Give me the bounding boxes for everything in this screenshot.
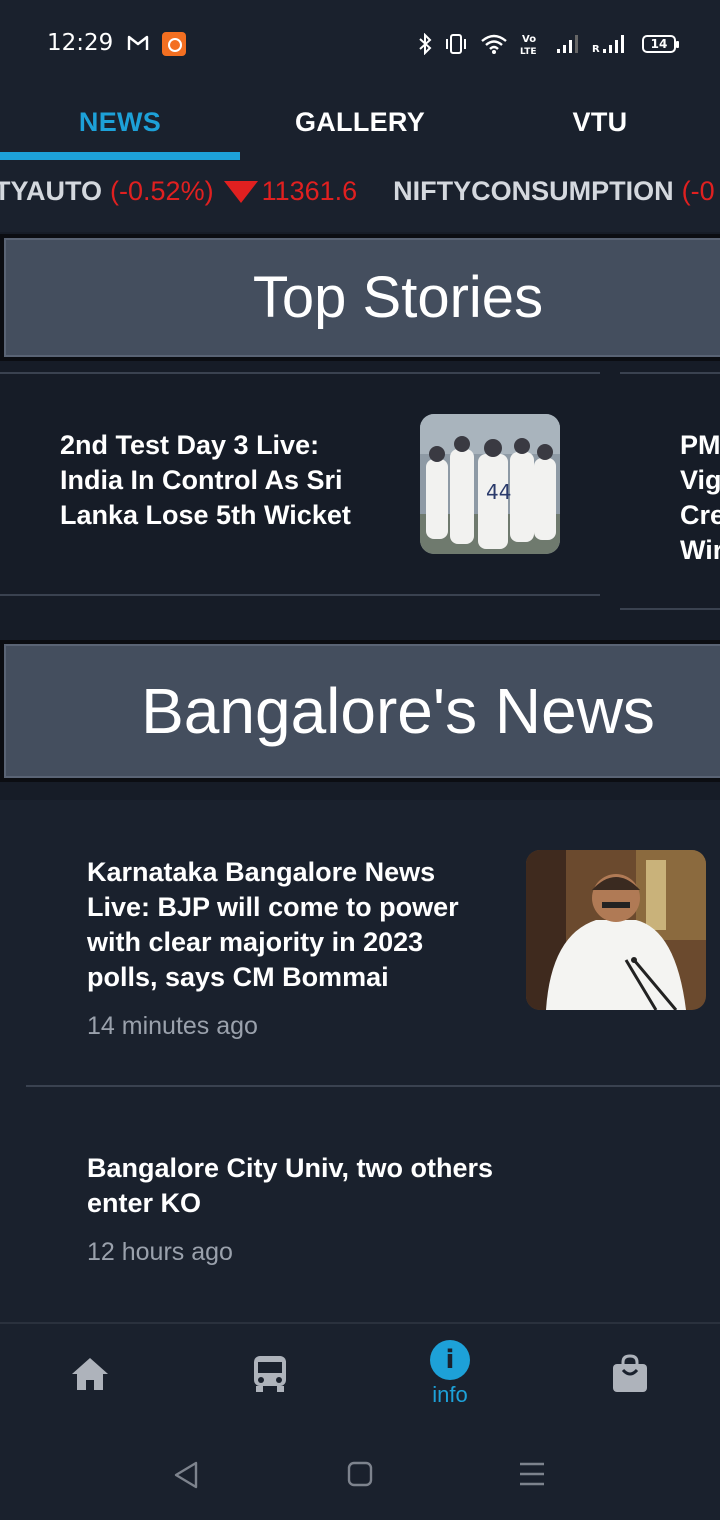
news-timestamp: 12 hours ago bbox=[87, 1238, 233, 1266]
gmail-icon bbox=[127, 35, 149, 50]
city-news-header: Bangalore's News bbox=[0, 640, 720, 782]
news-timestamp: 14 minutes ago bbox=[87, 1012, 258, 1040]
nav-home[interactable] bbox=[0, 1324, 180, 1424]
svg-text:44: 44 bbox=[486, 480, 511, 504]
ticker-name: TYAUTO bbox=[0, 176, 103, 206]
ticker-name: NIFTYCONSUMPTION bbox=[393, 176, 674, 206]
top-tab-bar: NEWS GALLERY VTU bbox=[0, 84, 720, 160]
menu-icon[interactable] bbox=[518, 1460, 546, 1488]
city-news-list: Karnataka Bangalore News Live: BJP will … bbox=[0, 800, 720, 1322]
status-bar: 12:29 Vo LTE R 14 bbox=[0, 0, 720, 84]
status-icons: Vo LTE R 14 bbox=[418, 30, 679, 58]
bus-icon bbox=[254, 1356, 286, 1392]
ticker-change: (-0.52%) bbox=[110, 176, 214, 206]
top-stories-header: Top Stories bbox=[0, 234, 720, 361]
story-thumbnail: 44 bbox=[420, 414, 560, 554]
tab-news[interactable]: NEWS bbox=[0, 84, 240, 160]
shopping-bag-icon bbox=[613, 1354, 647, 1392]
vibrate-icon bbox=[446, 34, 466, 54]
svg-text:Vo: Vo bbox=[522, 34, 536, 45]
volte-icon: Vo LTE bbox=[520, 34, 537, 56]
app-notification-icon bbox=[162, 32, 186, 56]
story-title: PM Vig Cre Wir bbox=[680, 430, 720, 565]
bottom-navigation: i info bbox=[0, 1322, 720, 1422]
list-item[interactable]: Karnataka Bangalore News Live: BJP will … bbox=[0, 800, 720, 1087]
home-button-icon[interactable] bbox=[346, 1460, 374, 1488]
nav-info[interactable]: i info bbox=[360, 1324, 540, 1424]
news-thumbnail bbox=[526, 850, 706, 1010]
status-time: 12:29 bbox=[47, 30, 114, 56]
battery-icon: 14 bbox=[642, 35, 679, 53]
back-icon[interactable] bbox=[172, 1460, 200, 1490]
stock-ticker[interactable]: TYAUTO (-0.52%) 11361.6 NIFTYCONSUMPTION… bbox=[0, 160, 720, 232]
nav-label: info bbox=[432, 1382, 468, 1407]
ticker-change: (-0 bbox=[681, 176, 715, 206]
section-title: Bangalore's News bbox=[4, 644, 720, 778]
svg-text:R: R bbox=[592, 44, 600, 54]
story-title: 2nd Test Day 3 Live: India In Control As… bbox=[60, 430, 351, 530]
signal-icon bbox=[557, 35, 578, 53]
system-navigation-bar bbox=[0, 1422, 720, 1520]
nav-bus[interactable] bbox=[180, 1324, 360, 1424]
ticker-value: 11361.6 bbox=[261, 176, 358, 206]
home-icon bbox=[72, 1358, 108, 1390]
list-item[interactable]: Bangalore City Univ, two others enter KO… bbox=[0, 1086, 720, 1322]
down-arrow-icon bbox=[223, 180, 258, 203]
bluetooth-icon bbox=[419, 33, 432, 55]
tab-vtu[interactable]: VTU bbox=[480, 84, 720, 160]
tab-gallery[interactable]: GALLERY bbox=[240, 84, 480, 160]
story-card[interactable]: PM Vig Cre Wir bbox=[620, 372, 720, 610]
section-title: Top Stories bbox=[4, 238, 720, 357]
news-title: Bangalore City Univ, two others enter KO bbox=[87, 1153, 494, 1218]
top-stories-carousel[interactable]: 2nd Test Day 3 Live: India In Control As… bbox=[0, 362, 720, 640]
svg-text:LTE: LTE bbox=[520, 47, 537, 56]
nav-shop[interactable] bbox=[540, 1324, 720, 1424]
info-icon: i bbox=[430, 1340, 470, 1380]
signal-roaming-icon: R bbox=[592, 35, 624, 54]
story-card[interactable]: 2nd Test Day 3 Live: India In Control As… bbox=[0, 372, 600, 596]
news-title: Karnataka Bangalore News Live: BJP will … bbox=[87, 857, 459, 992]
wifi-icon bbox=[481, 34, 507, 54]
